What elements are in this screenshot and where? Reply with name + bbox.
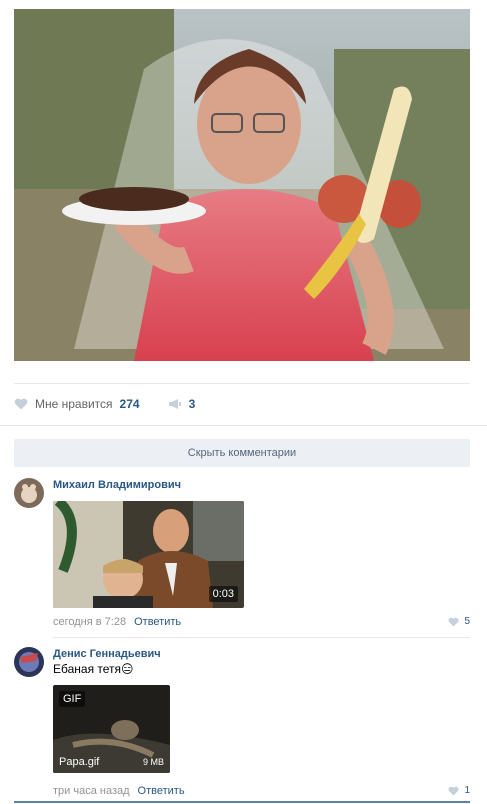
avatar[interactable] [14,647,44,677]
comment-time[interactable]: три часа назад [53,785,130,797]
comment-meta: три часа назад Ответить [53,785,185,797]
comment-meta: сегодня в 7:28 Ответить [53,616,181,628]
gif-size: 9 MB [142,757,164,767]
comment-divider [53,637,470,638]
section-divider [0,425,487,426]
gif-attachment[interactable]: GIF Papa.gif 9 MB [53,685,170,773]
heart-icon[interactable] [448,786,459,796]
megaphone-icon[interactable] [168,398,182,410]
divider [14,383,470,384]
comment-like-count: 5 [464,616,470,627]
bottom-border [14,801,470,803]
heart-icon[interactable] [14,398,28,410]
post-photo[interactable] [14,9,470,361]
comment-author[interactable]: Михаил Владимирович [53,479,181,491]
post-actions: Мне нравится 274 3 [14,396,195,412]
comment-like[interactable]: 5 [448,616,470,627]
gif-badge: GIF [59,691,86,707]
reply-button[interactable]: Ответить [138,785,185,797]
like-count[interactable]: 274 [120,397,140,411]
comment-text: Ебаная тетя😑 [53,662,134,676]
like-label[interactable]: Мне нравится [35,397,113,411]
heart-icon[interactable] [448,617,459,627]
comment-author[interactable]: Денис Геннадьевич [53,648,161,660]
comment-like[interactable]: 1 [448,785,470,796]
share-count[interactable]: 3 [189,397,196,411]
comment-like-count: 1 [464,785,470,796]
reply-button[interactable]: Ответить [134,616,181,628]
video-duration: 0:03 [208,586,238,602]
gif-name: Papa.gif [59,756,100,768]
video-attachment[interactable]: 0:03 [53,501,244,608]
comment-time[interactable]: сегодня в 7:28 [53,616,126,628]
hide-comments-button[interactable]: Скрыть комментарии [14,439,470,467]
avatar[interactable] [14,478,44,508]
